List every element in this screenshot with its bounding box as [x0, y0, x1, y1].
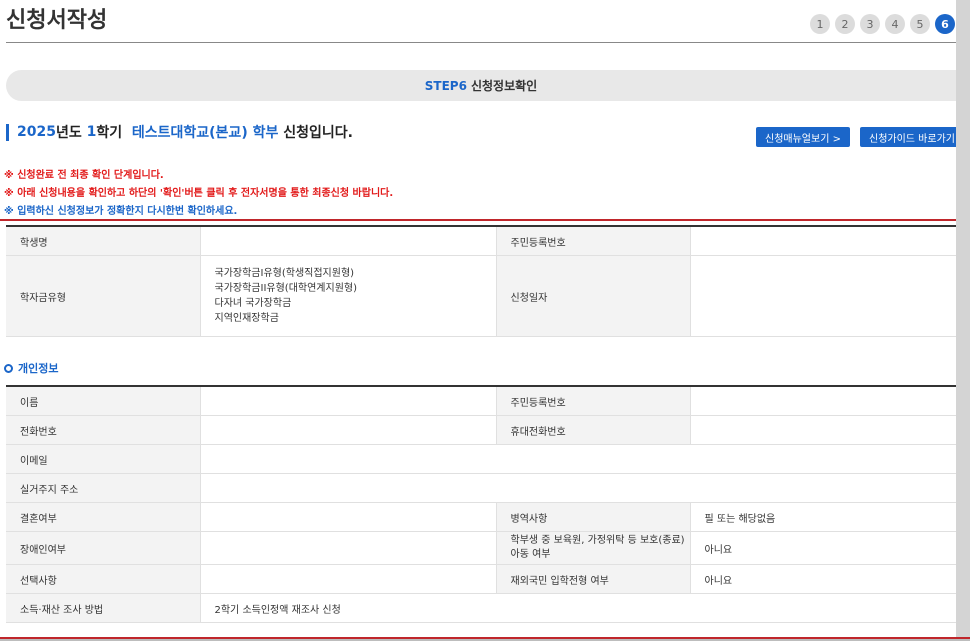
step-indicator: 1 2 3 4 5 6: [810, 14, 956, 34]
scholarship-type-item: 지역인재장학금: [214, 313, 279, 324]
section-title-text: 개인정보: [18, 362, 59, 375]
selection-value: [199, 564, 496, 594]
name-label: 이름: [6, 385, 200, 416]
step-code: STEP6: [424, 78, 467, 93]
manual-button[interactable]: 신청매뉴얼보기 >: [756, 127, 850, 147]
email-label: 이메일: [6, 444, 200, 474]
headline-year-suffix: 년도: [55, 125, 82, 141]
email-value: [199, 444, 956, 474]
application-form: 신청서작성 1 2 3 4 5 6 STEP6 신청정보확인 2025 년도 1…: [0, 0, 956, 641]
phone-label: 전화번호: [6, 415, 200, 445]
step-5[interactable]: 5: [910, 14, 930, 34]
name-value: [199, 385, 496, 416]
headline-year: 2025: [17, 124, 56, 140]
childcare-label: 학부생 중 보육원, 가정위탁 등 보호(종료)아동 여부: [495, 531, 690, 565]
personal-rrn-label: 주민등록번호: [495, 385, 690, 416]
overseas-label: 재외국민 입학전형 여부: [495, 564, 690, 594]
step-6-current[interactable]: 6: [935, 14, 955, 34]
headline-term: 1: [86, 124, 97, 140]
student-name-value: [199, 225, 496, 256]
address-value: [199, 473, 956, 503]
rrn-value: [689, 225, 956, 256]
page-title: 신청서작성: [6, 8, 108, 33]
section-divider-red: [0, 219, 970, 221]
address-label: 실거주지 주소: [6, 473, 200, 503]
application-headline: 2025 년도 1 학기 테스트대학교(본교) 학부 신청입니다.: [6, 122, 353, 142]
phone-value: [199, 415, 496, 445]
title-divider: [6, 42, 956, 43]
income-method-value: 2학기 소득인정액 재조사 신청: [199, 593, 956, 623]
mobile-value: [689, 415, 956, 445]
apply-date-value: [689, 255, 956, 337]
military-value: 필 또는 해당없음: [689, 502, 956, 532]
scholarship-type-list: 국가장학금I유형(학생직접지원형) 국가장학금II유형(대학연계지원형) 다자녀…: [199, 255, 496, 337]
headline-school: 테스트대학교(본교) 학부: [131, 125, 279, 141]
step-3[interactable]: 3: [860, 14, 880, 34]
apply-date-label: 신청일자: [495, 255, 690, 337]
mobile-label: 휴대전화번호: [495, 415, 690, 445]
scholarship-type-item: 국가장학금II유형(대학연계지원형): [214, 283, 358, 294]
disability-value: [199, 531, 496, 565]
personal-rrn-value: [689, 385, 956, 416]
headline-tail: 신청입니다.: [283, 125, 353, 141]
scholarship-type-label: 학자금유형: [6, 255, 200, 337]
right-scroll-gutter[interactable]: [956, 0, 970, 641]
marriage-label: 결혼여부: [6, 502, 200, 532]
student-name-label: 학생명: [6, 225, 200, 256]
notice-verify: ※ 입력하신 신청정보가 정확한지 다시한번 확인하세요.: [4, 206, 238, 217]
childcare-value: 아니요: [689, 531, 956, 565]
step-4[interactable]: 4: [885, 14, 905, 34]
overseas-value: 아니요: [689, 564, 956, 594]
step-banner: STEP6 신청정보확인: [6, 70, 956, 101]
step-label: 신청정보확인: [470, 79, 538, 93]
personal-info-section-title: 개인정보: [4, 360, 58, 376]
notice-confirm-sign: ※ 아래 신청내용을 확인하고 하단의 '확인'버튼 클릭 후 전자서명을 통한…: [4, 188, 394, 199]
headline-marker: [6, 123, 9, 141]
disability-label: 장애인여부: [6, 531, 200, 565]
personal-info-table: 이름 주민등록번호 전화번호 휴대전화번호 이메일 실거주지 주소 결혼여부 병…: [6, 385, 956, 623]
marriage-value: [199, 502, 496, 532]
military-label: 병역사항: [495, 502, 690, 532]
income-method-label: 소득·재산 조사 방법: [6, 593, 200, 623]
scholarship-type-item: 다자녀 국가장학금: [214, 298, 292, 309]
selection-label: 선택사항: [6, 564, 200, 594]
step-1[interactable]: 1: [810, 14, 830, 34]
section-ring-icon: [4, 363, 13, 373]
scholarship-type-item: 국가장학금I유형(학생직접지원형): [214, 268, 355, 279]
summary-table: 학생명 주민등록번호 학자금유형 국가장학금I유형(학생직접지원형) 국가장학금…: [6, 225, 956, 337]
rrn-label: 주민등록번호: [495, 225, 690, 256]
headline-term-suffix: 학기: [96, 125, 123, 141]
step-2[interactable]: 2: [835, 14, 855, 34]
guide-button[interactable]: 신청가이드 바로가기: [860, 127, 956, 147]
notice-final-step: ※ 신청완료 전 최종 확인 단계입니다.: [4, 170, 164, 181]
